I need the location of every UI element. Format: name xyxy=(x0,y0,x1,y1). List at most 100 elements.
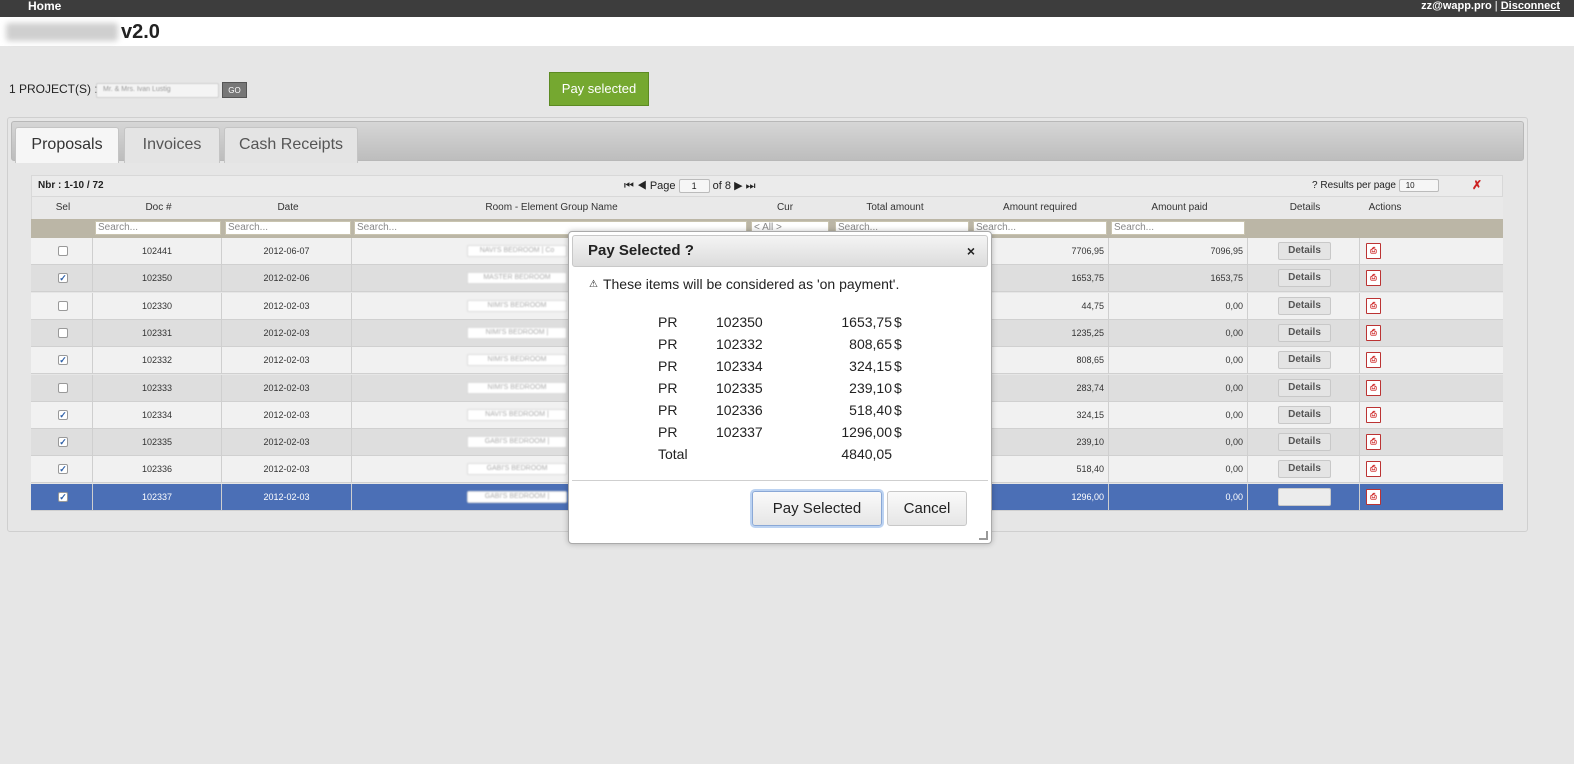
row-checkbox[interactable] xyxy=(58,300,68,311)
item-currency: $ xyxy=(894,380,902,396)
pdf-icon[interactable]: ⎙ xyxy=(1366,243,1381,259)
cancel-button[interactable]: Cancel xyxy=(887,491,967,526)
pdf-icon[interactable]: ⎙ xyxy=(1366,352,1381,369)
disconnect-link[interactable]: Disconnect xyxy=(1501,0,1560,12)
details-button[interactable]: Details xyxy=(1278,323,1331,342)
col-sel[interactable]: Sel xyxy=(32,202,94,213)
tab-invoices[interactable]: Invoices xyxy=(124,127,220,163)
details-button[interactable]: Details xyxy=(1278,460,1331,479)
item-currency: $ xyxy=(894,402,902,418)
row-checkbox[interactable]: ✓ xyxy=(58,273,68,284)
row-checkbox[interactable] xyxy=(58,246,68,256)
home-link[interactable]: Home xyxy=(28,0,61,13)
col-cur[interactable]: Cur xyxy=(750,202,820,213)
doc-cell: 102332 xyxy=(93,347,222,375)
row-checkbox[interactable]: ✓ xyxy=(58,464,68,475)
item-type: PR xyxy=(658,402,678,418)
col-date[interactable]: Date xyxy=(223,202,353,213)
pdf-icon[interactable]: ⎙ xyxy=(1366,488,1381,505)
tab-strip: Proposals Invoices Cash Receipts xyxy=(11,121,1524,163)
item-currency: $ xyxy=(894,336,902,352)
item-type: PR xyxy=(658,424,678,440)
required-search-input[interactable]: Search... xyxy=(973,221,1107,235)
row-checkbox[interactable]: ✓ xyxy=(58,409,68,420)
room-cell: NIMI'S BEDROOM xyxy=(467,354,567,367)
room-cell: MASTER BEDROOM xyxy=(467,272,567,285)
col-room[interactable]: Room - Element Group Name xyxy=(353,202,750,213)
last-page-icon[interactable]: ⏭ xyxy=(746,180,756,192)
item-doc: 102350 xyxy=(716,314,763,330)
payment-item: PR 102335 239,10 $ xyxy=(658,380,918,402)
paid-cell: 0,00 xyxy=(1109,401,1248,429)
paid-cell: 0,00 xyxy=(1109,319,1248,347)
row-checkbox[interactable]: ✓ xyxy=(58,491,68,502)
pdf-icon[interactable]: ⎙ xyxy=(1366,434,1381,451)
separator: | xyxy=(1494,0,1498,12)
item-doc: 102337 xyxy=(716,424,763,440)
details-button[interactable]: Details xyxy=(1278,378,1331,397)
details-button[interactable]: Details xyxy=(1278,269,1331,288)
results-per-page-select[interactable]: 10 xyxy=(1398,179,1439,192)
resize-handle[interactable] xyxy=(979,531,988,540)
project-select[interactable]: Mr. & Mrs. Ivan Lustig xyxy=(96,83,219,98)
room-cell: GABI'S BEDROOM | xyxy=(467,436,567,449)
dialog-titlebar[interactable]: Pay Selected ? × xyxy=(572,235,988,267)
room-cell: NIMI'S BEDROOM | xyxy=(467,326,567,339)
col-required[interactable]: Amount required xyxy=(970,202,1110,213)
details-button[interactable]: Details xyxy=(1278,351,1331,370)
pay-selected-button[interactable]: Pay selected xyxy=(549,72,649,106)
col-details: Details xyxy=(1289,202,1321,213)
next-page-icon[interactable]: ▶ xyxy=(734,180,742,192)
doc-search-input[interactable]: Search... xyxy=(95,221,221,235)
tab-proposals[interactable]: Proposals xyxy=(15,127,119,163)
pdf-icon[interactable]: ⎙ xyxy=(1366,324,1381,341)
record-count: Nbr : 1-10 / 72 xyxy=(38,180,104,191)
payment-item: PR 102336 518,40 $ xyxy=(658,402,918,424)
details-button[interactable]: Details xyxy=(1278,242,1331,260)
page-nav: ⏮ ◀ Page 1 of 8 ▶ ⏭ xyxy=(624,179,756,193)
pdf-icon[interactable]: ⎙ xyxy=(1366,406,1381,423)
row-checkbox[interactable] xyxy=(58,327,68,338)
details-button[interactable]: Details xyxy=(1278,487,1331,506)
paid-cell: 0,00 xyxy=(1109,292,1248,320)
item-type: PR xyxy=(658,380,678,396)
close-icon[interactable]: × xyxy=(967,236,975,266)
go-button[interactable]: GO xyxy=(222,82,247,98)
pdf-icon[interactable]: ⎙ xyxy=(1366,297,1381,314)
col-total[interactable]: Total amount xyxy=(820,202,970,213)
doc-cell: 102334 xyxy=(93,401,222,429)
payment-item: PR 102337 1296,00 $ xyxy=(658,424,918,446)
prev-page-icon[interactable]: ◀ xyxy=(637,180,647,192)
date-search-input[interactable]: Search... xyxy=(225,221,351,235)
details-button[interactable]: Details xyxy=(1278,405,1331,424)
clear-filter-icon[interactable]: ✗ xyxy=(1472,178,1482,192)
room-cell: GABI'S BEDROOM xyxy=(467,463,567,476)
paid-cell: 0,00 xyxy=(1109,483,1248,511)
details-button[interactable]: Details xyxy=(1278,433,1331,452)
project-count-label: 1 PROJECT(S) : xyxy=(9,82,98,96)
room-cell: GABI'S BEDROOM | xyxy=(467,490,567,503)
item-currency: $ xyxy=(894,424,902,440)
pdf-icon[interactable]: ⎙ xyxy=(1366,379,1381,396)
paid-search-input[interactable]: Search... xyxy=(1111,221,1245,235)
col-paid[interactable]: Amount paid xyxy=(1110,202,1249,213)
item-currency: $ xyxy=(894,314,902,330)
first-page-icon[interactable]: ⏮ xyxy=(624,180,634,192)
col-actions: Actions xyxy=(1368,202,1402,213)
row-checkbox[interactable]: ✓ xyxy=(58,437,68,448)
help-icon[interactable]: ? xyxy=(1312,180,1318,191)
row-checkbox[interactable]: ✓ xyxy=(58,355,68,366)
page-select[interactable]: 1 xyxy=(678,179,710,193)
room-cell: NAVI'S BEDROOM | xyxy=(467,408,567,421)
details-button[interactable]: Details xyxy=(1278,296,1331,315)
item-doc: 102332 xyxy=(716,336,763,352)
paid-cell: 0,00 xyxy=(1109,456,1248,484)
col-doc[interactable]: Doc # xyxy=(94,202,223,213)
pdf-icon[interactable]: ⎙ xyxy=(1366,461,1381,478)
row-checkbox[interactable] xyxy=(58,382,68,393)
confirm-pay-selected-button[interactable]: Pay Selected xyxy=(752,491,882,526)
tab-cash-receipts[interactable]: Cash Receipts xyxy=(224,127,358,163)
date-cell: 2012-02-06 xyxy=(222,265,352,293)
page-label: Page xyxy=(649,180,676,192)
pdf-icon[interactable]: ⎙ xyxy=(1366,270,1381,287)
